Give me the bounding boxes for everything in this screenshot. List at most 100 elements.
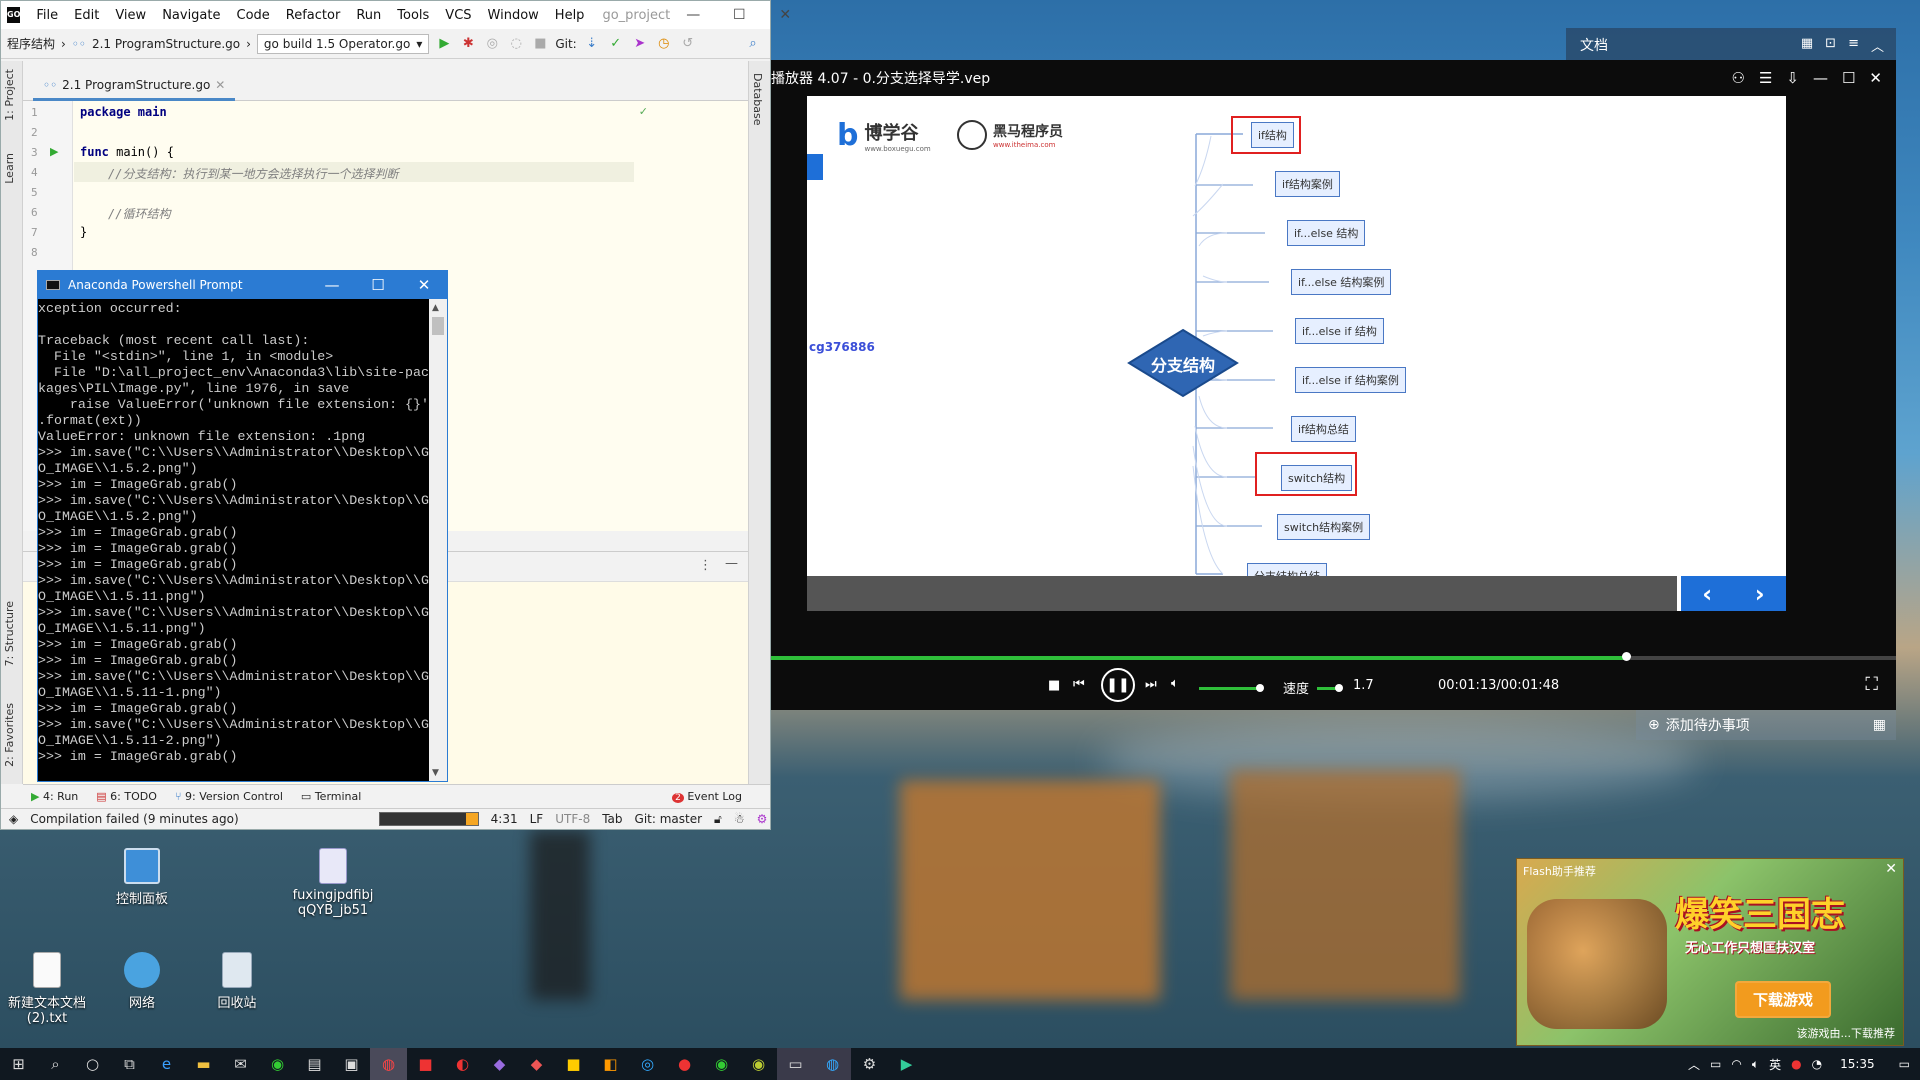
- memory-indicator[interactable]: [378, 812, 479, 826]
- volume-icon[interactable]: 🔈︎: [1171, 676, 1179, 691]
- maximize-button[interactable]: ☐: [355, 276, 401, 294]
- clock[interactable]: 15:35: [1840, 1057, 1875, 1071]
- scroll-thumb[interactable]: [432, 317, 444, 335]
- maximize-button[interactable]: ☐: [1842, 69, 1855, 87]
- minimize-button[interactable]: —: [1813, 69, 1828, 87]
- tab-todo[interactable]: ▤ 6: TODO: [96, 790, 157, 803]
- speed-handle[interactable]: [1335, 684, 1343, 692]
- menu-code[interactable]: Code: [229, 8, 278, 23]
- app-cherry-icon[interactable]: ●: [666, 1048, 703, 1080]
- menu-help[interactable]: Help: [547, 8, 593, 23]
- qr-code-icon[interactable]: ▦: [1873, 717, 1886, 733]
- profile-icon[interactable]: ◌: [507, 36, 525, 51]
- minimize-button[interactable]: —: [670, 7, 716, 23]
- git-branch[interactable]: Git: master: [635, 812, 703, 826]
- close-icon[interactable]: ✕: [1885, 861, 1897, 877]
- desktop-icon-recycle-bin[interactable]: 回收站: [192, 952, 282, 1011]
- app-blue-icon[interactable]: ◎: [629, 1048, 666, 1080]
- antivirus-icon[interactable]: ●: [1791, 1057, 1801, 1071]
- tab-run[interactable]: ▶ 4: Run: [31, 790, 78, 803]
- close-button[interactable]: ✕: [401, 276, 447, 294]
- run-config-select[interactable]: go build 1.5 Operator.go ▾: [256, 33, 430, 54]
- notification-tray-icon[interactable]: ◔: [1812, 1057, 1822, 1071]
- player-taskbar-icon[interactable]: ▶: [888, 1048, 925, 1080]
- battery-icon[interactable]: ▭: [1710, 1057, 1721, 1071]
- line-ending[interactable]: LF: [530, 812, 544, 826]
- search-icon[interactable]: ⌕: [744, 36, 762, 51]
- video-frame[interactable]: b 博学谷 www.boxuegu.com 黑马程序员 www.itheima.…: [807, 96, 1786, 611]
- ime-indicator[interactable]: 英: [1769, 1056, 1781, 1073]
- desktop-icon-text-file[interactable]: 新建文本文档 (2).txt: [2, 952, 92, 1026]
- app-git-icon[interactable]: ◆: [518, 1048, 555, 1080]
- volume-handle[interactable]: [1256, 684, 1265, 692]
- file-explorer-icon[interactable]: ▬: [185, 1048, 222, 1080]
- goland-taskbar-icon[interactable]: ◍: [814, 1048, 851, 1080]
- todo-widget[interactable]: ⊕ 添加待办事项 ▦: [1636, 710, 1896, 740]
- git-update-icon[interactable]: ⇣: [583, 36, 601, 51]
- seek-handle[interactable]: [1622, 652, 1631, 661]
- fullscreen-icon[interactable]: ⛶: [1865, 674, 1878, 695]
- menu-run[interactable]: Run: [348, 8, 389, 23]
- menu-icon[interactable]: ≡: [1848, 36, 1859, 55]
- app-orange-icon[interactable]: ◧: [592, 1048, 629, 1080]
- seek-bar[interactable]: [771, 652, 1896, 661]
- edge-icon[interactable]: e: [148, 1048, 185, 1080]
- maximize-button[interactable]: ☐: [716, 7, 762, 23]
- download-game-button[interactable]: 下载游戏: [1735, 981, 1832, 1018]
- tool-tab-database[interactable]: Database: [751, 73, 764, 126]
- collapse-icon[interactable]: ︿: [1871, 36, 1884, 55]
- menu-vcs[interactable]: VCS: [437, 8, 479, 23]
- wifi-icon[interactable]: ◠: [1731, 1057, 1741, 1071]
- close-tab-icon[interactable]: ✕: [215, 78, 225, 92]
- breadcrumb-file[interactable]: 2.1 ProgramStructure.go: [92, 37, 240, 51]
- lock-icon[interactable]: ⊡: [1825, 36, 1836, 55]
- menu-edit[interactable]: Edit: [66, 8, 107, 23]
- coverage-icon[interactable]: ◎: [483, 36, 501, 51]
- git-push-icon[interactable]: ➤: [631, 36, 649, 51]
- task-view-icon[interactable]: ⧉: [111, 1048, 148, 1080]
- stop-icon[interactable]: ■: [1048, 678, 1060, 693]
- run-gutter-icon[interactable]: ▶: [50, 145, 58, 158]
- download-icon[interactable]: ⇩: [1786, 69, 1799, 87]
- terminal-taskbar-icon[interactable]: ▭: [777, 1048, 814, 1080]
- menu-view[interactable]: View: [107, 8, 154, 23]
- next-slide-icon[interactable]: ›: [1755, 580, 1765, 608]
- breadcrumb-project[interactable]: 程序结构: [7, 35, 55, 52]
- inspection-ok-icon[interactable]: ✓: [639, 105, 648, 118]
- playlist-icon[interactable]: ☰: [1759, 69, 1772, 87]
- menu-window[interactable]: Window: [480, 8, 547, 23]
- tool-tab-learn[interactable]: Learn: [3, 153, 16, 184]
- app-lime-icon[interactable]: ◉: [740, 1048, 777, 1080]
- app-yellow-icon[interactable]: ■: [555, 1048, 592, 1080]
- speed-slider[interactable]: [1317, 684, 1343, 692]
- console-output[interactable]: xception occurred: Traceback (most recen…: [38, 299, 429, 781]
- desktop-icon-document[interactable]: fuxingjpdfibj qQYB_jb51: [287, 848, 379, 918]
- action-center-icon[interactable]: ▭: [1899, 1057, 1910, 1071]
- hide-panel-icon[interactable]: —: [725, 556, 738, 571]
- tab-terminal[interactable]: ▭ Terminal: [301, 790, 361, 803]
- inspector-icon[interactable]: ☃︎: [734, 812, 745, 826]
- app-red-icon[interactable]: ■: [407, 1048, 444, 1080]
- more-options-icon[interactable]: ⋮: [699, 558, 712, 573]
- pause-button[interactable]: ❚❚: [1101, 668, 1135, 702]
- volume-tray-icon[interactable]: 🔈︎: [1752, 1057, 1759, 1072]
- close-button[interactable]: ✕: [1869, 69, 1882, 87]
- visual-studio-icon[interactable]: ◆: [481, 1048, 518, 1080]
- run-icon[interactable]: ▶: [435, 36, 453, 51]
- desktop-icon-network[interactable]: 网络: [97, 952, 187, 1011]
- rollback-icon[interactable]: ↺: [679, 36, 697, 51]
- app-wechat-icon[interactable]: ◉: [703, 1048, 740, 1080]
- app-green-icon[interactable]: ◉: [259, 1048, 296, 1080]
- file-encoding[interactable]: UTF-8: [555, 812, 590, 826]
- editor-tab[interactable]: ◦◦ 2.1 ProgramStructure.go ✕: [33, 71, 236, 101]
- menu-tools[interactable]: Tools: [389, 8, 437, 23]
- indent-setting[interactable]: Tab: [602, 812, 622, 826]
- start-button-icon[interactable]: ⊞: [0, 1048, 37, 1080]
- desktop-icon-control-panel[interactable]: 控制面板: [97, 848, 187, 907]
- caret-position[interactable]: 4:31: [491, 812, 518, 826]
- cortana-icon[interactable]: ○: [74, 1048, 111, 1080]
- next-icon[interactable]: ⏭︎: [1145, 677, 1157, 692]
- minimize-button[interactable]: —: [309, 276, 355, 294]
- stop-icon[interactable]: ■: [531, 36, 549, 51]
- notepad-icon[interactable]: ▤: [296, 1048, 333, 1080]
